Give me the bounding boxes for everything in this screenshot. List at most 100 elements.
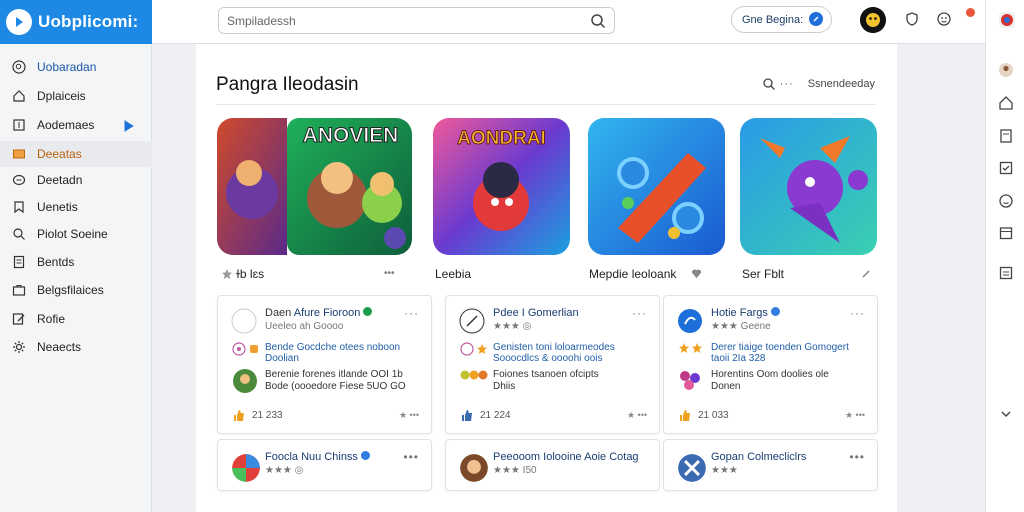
region-label: Gne Begina:	[742, 13, 804, 26]
more-dots-icon[interactable]: ···	[404, 306, 419, 320]
verified-icon	[363, 307, 373, 316]
shield-icon[interactable]	[904, 11, 920, 27]
emoji-group-icon	[460, 370, 488, 380]
sidebar-item-uenetis[interactable]: Uenetis	[0, 194, 152, 220]
card-detail: Horentins Oom doolies ole	[711, 369, 829, 380]
brand[interactable]: Uobplicomi:	[0, 0, 152, 44]
card-title-text: Gopan Colmecliclrs	[711, 451, 807, 463]
app-card-4[interactable]: Foocla Nuu Chinss ★★★ ◎ •••	[217, 439, 432, 491]
card-title: Hotie Fargs	[711, 307, 780, 319]
sort-control[interactable]: ··· Ssnendeeday	[762, 77, 875, 91]
sidebar-item-label: Uobaradan	[37, 60, 97, 74]
card-title-text: Foocla Nuu Chinss	[265, 451, 358, 463]
sidebar-item-label: Uenetis	[37, 200, 78, 214]
sidebar-item-bentds[interactable]: Bentds	[0, 249, 152, 275]
sidebar-item-belgsfilaices[interactable]: Belgsfilaices	[0, 277, 152, 303]
card-actions[interactable]: ★ •••	[399, 410, 419, 421]
sidebar-item-neaects[interactable]: Neaects	[0, 334, 152, 360]
sidebar-item-piolot-soeine[interactable]: Piolot Soeine	[0, 221, 152, 247]
square-icon	[13, 119, 25, 131]
app-card-2[interactable]: Pdee I Gomerlian ★★★ ◎ ··· Genisten toni…	[445, 295, 660, 434]
card-detail: Sooocdlcs & oooohi oois	[493, 353, 603, 364]
app-name: Uobplicomi:	[38, 12, 139, 31]
search-bar[interactable]	[218, 7, 615, 34]
card-detail: taoii 2Ia 328	[711, 353, 766, 364]
game-art-image	[740, 118, 877, 255]
card-detail: Donen	[711, 381, 741, 392]
home-icon[interactable]	[998, 95, 1014, 111]
game-art-image	[588, 118, 725, 255]
pin-icon[interactable]	[861, 269, 871, 279]
featured-tile-3[interactable]	[588, 118, 725, 255]
sidebar-item-deetadn[interactable]: Deetadn	[0, 167, 152, 193]
sidebar-item-label: Neaects	[37, 340, 82, 354]
card-subtitle: ★★★ Geene	[711, 321, 771, 332]
play-arrow-icon[interactable]	[121, 119, 135, 133]
verified-icon	[770, 307, 780, 316]
sidebar-item-dplaiceis[interactable]: Dplaiceis	[0, 83, 152, 109]
sidebar-item-label: Rofie	[37, 312, 66, 326]
card-title-text: Afure Fioroon	[293, 307, 361, 319]
heart-icon[interactable]	[691, 268, 702, 279]
chevron-down-icon[interactable]	[998, 406, 1014, 422]
bookmark-icon	[14, 201, 24, 214]
card-actions[interactable]: ★ •••	[845, 410, 865, 421]
more-dots-icon[interactable]: •••	[384, 268, 395, 279]
calendar-icon[interactable]	[998, 225, 1014, 241]
card-title: Daen Afure Fioroon	[265, 307, 373, 319]
app-icon	[677, 308, 703, 334]
sidebar-item-uobaradan[interactable]: Uobaradan	[0, 54, 152, 80]
briefcase-icon	[12, 284, 26, 296]
sidebar-item-label: Deetadn	[37, 173, 83, 187]
games-app-icon[interactable]	[998, 11, 1016, 29]
search-icon[interactable]	[762, 77, 776, 91]
featured-tile-4[interactable]	[740, 118, 877, 255]
gear-icon	[13, 341, 25, 353]
user-avatar[interactable]	[860, 7, 886, 33]
thumbs-up-icon	[680, 410, 690, 421]
trophy-icon	[250, 345, 258, 353]
sidebar-item-label: Bentds	[37, 255, 75, 269]
app-card-1[interactable]: Daen Afure Fioroon Ueeleo ah Goooo ··· B…	[217, 295, 432, 434]
emoji-icon[interactable]	[936, 11, 952, 27]
list-icon[interactable]	[998, 265, 1014, 281]
card-title-text: Pdee I Gomerlian	[493, 307, 579, 319]
search-icon[interactable]	[590, 13, 606, 29]
checklist-icon[interactable]	[998, 160, 1014, 176]
profile-icon[interactable]	[998, 62, 1014, 78]
notification-dot	[966, 8, 975, 17]
featured-banner-text: AONDRAI	[457, 128, 547, 150]
sidebar-item-rofie[interactable]: Rofie	[0, 306, 152, 332]
thumbs-up-icon	[234, 410, 244, 421]
star-icon	[222, 269, 232, 279]
chat-icon	[12, 174, 26, 186]
sidebar-item-aodemaes[interactable]: Aodemaes	[0, 112, 152, 138]
card-subtitle: ★★★ ◎	[493, 321, 532, 332]
sidebar-item-deeatas[interactable]: Deeatas	[0, 141, 152, 167]
featured-name-2: Leebia	[435, 267, 472, 281]
app-icon	[459, 308, 485, 334]
card-title: Foocla Nuu Chinss	[265, 451, 370, 463]
app-card-3[interactable]: Hotie Fargs ★★★ Geene ··· Derer tiaige t…	[663, 295, 878, 434]
more-dots-icon[interactable]: •••	[849, 450, 865, 464]
document-icon[interactable]	[998, 128, 1014, 144]
document-icon	[13, 255, 25, 269]
more-dots-icon[interactable]: •••	[403, 450, 419, 464]
app-card-5[interactable]: Peeooom Iolooine Aoie Cotag ★★★ I50	[445, 439, 660, 491]
app-icon	[231, 453, 260, 482]
smile-icon[interactable]	[998, 193, 1014, 209]
divider	[216, 104, 876, 105]
more-dots-icon[interactable]: ···	[850, 306, 865, 320]
card-title-text: Hotie Fargs	[711, 307, 768, 319]
card-detail: Berenie forenes itlande OOI 1b	[265, 369, 403, 380]
more-dots-icon[interactable]: ···	[780, 78, 794, 90]
badge-icon	[232, 342, 246, 356]
app-card-6[interactable]: Gopan Colmecliclrs ★★★ •••	[663, 439, 878, 491]
region-button[interactable]: Gne Begina:	[731, 6, 832, 33]
more-dots-icon[interactable]: ···	[632, 306, 647, 320]
app-logo-icon	[6, 9, 32, 35]
card-actions[interactable]: ★ •••	[627, 410, 647, 421]
main-content: Pangra Ileodasin ··· Ssnendeeday ANOVIEN	[196, 44, 897, 512]
search-input[interactable]	[227, 13, 590, 28]
sidebar-item-label: Deeatas	[37, 147, 82, 161]
